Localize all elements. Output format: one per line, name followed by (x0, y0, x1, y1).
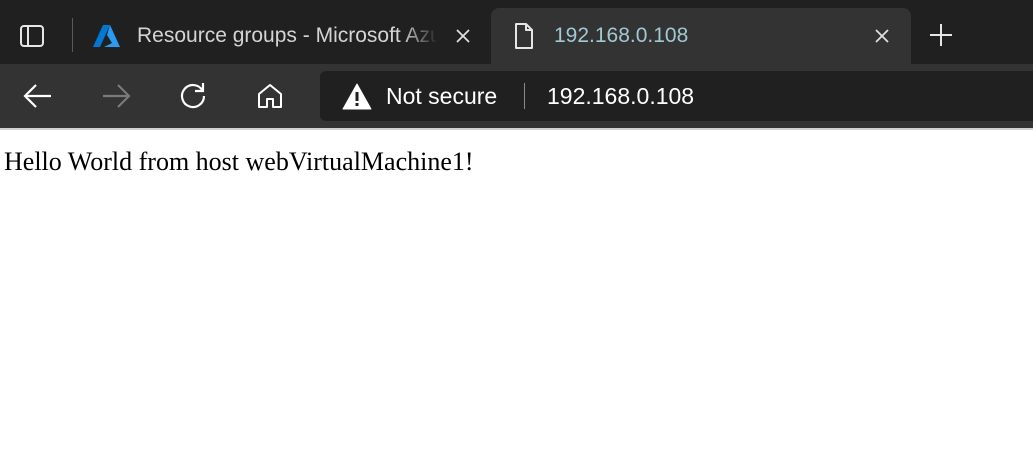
page-content: Hello World from host webVirtualMachine1… (0, 130, 1033, 457)
forward-button[interactable] (96, 76, 136, 116)
refresh-button[interactable] (173, 76, 213, 116)
tab-separator (72, 18, 73, 52)
refresh-icon (180, 83, 206, 109)
home-icon (258, 84, 282, 108)
tab-close-button[interactable] (868, 22, 896, 50)
address-separator (524, 83, 525, 109)
navigation-toolbar: Not secure 192.168.0.108 (0, 64, 1033, 128)
page-document-icon (509, 21, 539, 51)
tab-actions-icon (20, 25, 44, 47)
back-arrow-icon (23, 84, 51, 108)
page-body-text: Hello World from host webVirtualMachine1… (4, 147, 474, 176)
plus-icon (930, 24, 952, 46)
tab-resource-groups[interactable]: Resource groups - Microsoft Azure (76, 8, 488, 64)
tab-active-page[interactable]: 192.168.0.108 (491, 8, 911, 64)
tab-title: Resource groups - Microsoft Azure (137, 24, 438, 47)
address-bar[interactable]: Not secure 192.168.0.108 (320, 71, 1033, 121)
security-status-label[interactable]: Not secure (386, 82, 497, 110)
warning-triangle-icon[interactable] (342, 82, 372, 110)
close-icon (456, 29, 470, 43)
tab-strip: Resource groups - Microsoft Azure 192.16… (0, 0, 1033, 64)
tab-actions-button[interactable] (12, 16, 52, 56)
url-text[interactable]: 192.168.0.108 (547, 82, 694, 110)
back-button[interactable] (18, 76, 58, 116)
forward-arrow-icon (103, 84, 131, 108)
new-tab-button[interactable] (920, 14, 962, 56)
azure-logo-icon (92, 21, 122, 51)
tab-close-button[interactable] (449, 22, 477, 50)
close-icon (875, 29, 889, 43)
home-button[interactable] (250, 76, 290, 116)
tab-title: 192.168.0.108 (554, 24, 689, 47)
